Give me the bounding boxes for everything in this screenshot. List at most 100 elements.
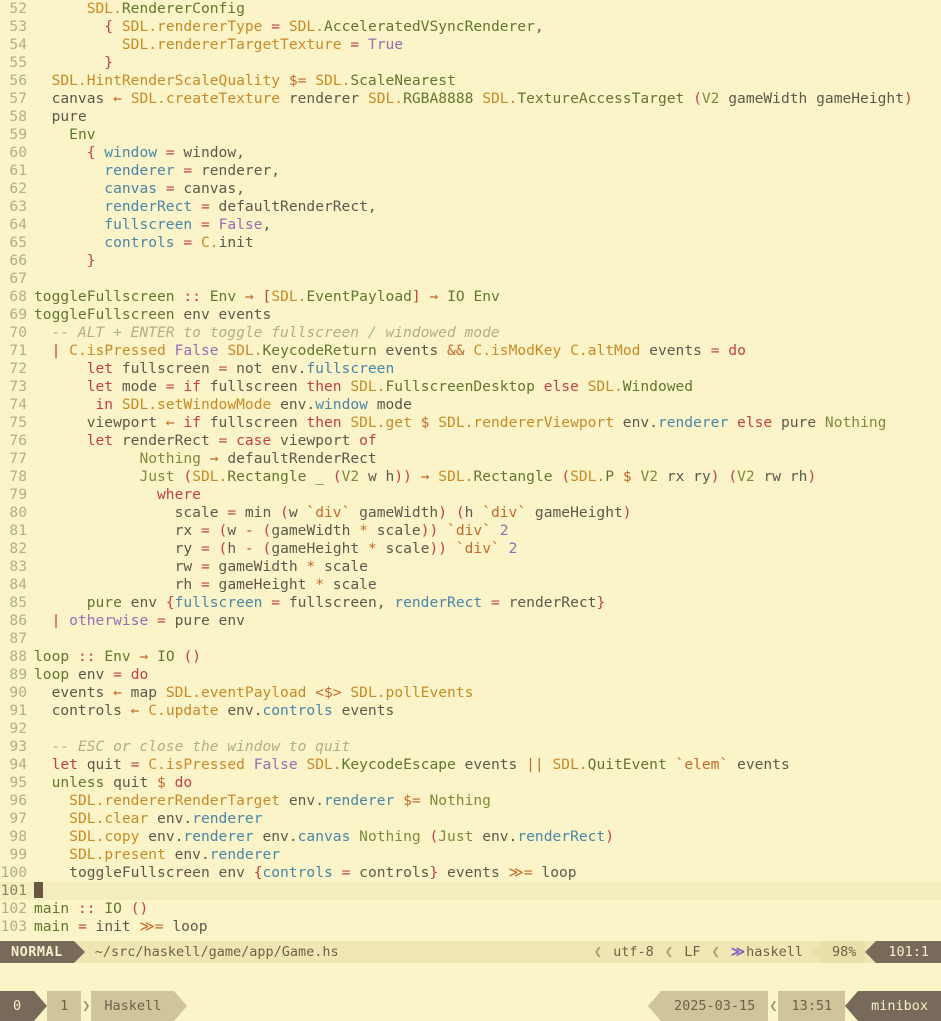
code-line[interactable]: 86 | otherwise = pure env [0, 612, 941, 630]
code-text[interactable]: | otherwise = pure env [34, 612, 941, 630]
code-text[interactable]: { SDL.rendererType = SDL.AcceleratedVSyn… [34, 18, 941, 36]
code-text[interactable]: rw = gameWidth * scale [34, 558, 941, 576]
code-text[interactable]: let renderRect = case viewport of [34, 432, 941, 450]
code-line[interactable]: 91 controls ← C.update env.controls even… [0, 702, 941, 720]
time-indicator[interactable]: 13:51 [778, 991, 846, 1021]
code-line[interactable]: 84 rh = gameHeight * scale [0, 576, 941, 594]
code-line[interactable]: 75 viewport ← if fullscreen then SDL.get… [0, 414, 941, 432]
code-line[interactable]: 80 scale = min (w `div` gameWidth) (h `d… [0, 504, 941, 522]
code-text[interactable]: main :: IO () [34, 900, 941, 918]
code-text[interactable]: Env [34, 126, 941, 144]
code-text[interactable]: ry = (h - (gameHeight * scale)) `div` 2 [34, 540, 941, 558]
code-text[interactable]: pure env {fullscreen = fullscreen, rende… [34, 594, 941, 612]
code-text[interactable]: main = init ≫= loop [34, 918, 941, 936]
code-text[interactable]: canvas ← SDL.createTexture renderer SDL.… [34, 90, 941, 108]
code-line[interactable]: 55 } [0, 54, 941, 72]
cursor-position[interactable]: 101:1 [876, 941, 941, 963]
code-line[interactable]: 59 Env [0, 126, 941, 144]
code-line[interactable]: 78 Just (SDL.Rectangle _ (V2 w h)) → SDL… [0, 468, 941, 486]
code-line[interactable]: 60 { window = window, [0, 144, 941, 162]
code-line[interactable]: 74 in SDL.setWindowMode env.window mode [0, 396, 941, 414]
code-line[interactable]: 63 renderRect = defaultRenderRect, [0, 198, 941, 216]
code-text[interactable]: renderRect = defaultRenderRect, [34, 198, 941, 216]
code-text[interactable] [34, 270, 941, 288]
code-buffer[interactable]: 52 SDL.RendererConfig 53 { SDL.rendererTy… [0, 0, 941, 941]
tab-number[interactable]: 1 [47, 991, 82, 1021]
code-text[interactable]: pure [34, 108, 941, 126]
code-text[interactable]: SDL.copy env.renderer env.canvas Nothing… [34, 828, 941, 846]
code-text[interactable]: let mode = if fullscreen then SDL.Fullsc… [34, 378, 941, 396]
mode-indicator[interactable]: NORMAL [0, 941, 74, 963]
code-text[interactable]: viewport ← if fullscreen then SDL.get $ … [34, 414, 941, 432]
code-text[interactable]: scale = min (w `div` gameWidth) (h `div`… [34, 504, 941, 522]
code-text[interactable]: } [34, 252, 941, 270]
code-text[interactable]: SDL.rendererTargetTexture = True [34, 36, 941, 54]
code-line[interactable]: 83 rw = gameWidth * scale [0, 558, 941, 576]
code-text[interactable]: SDL.HintRenderScaleQuality $= SDL.ScaleN… [34, 72, 941, 90]
encoding-indicator[interactable]: utf-8 [604, 941, 663, 963]
code-line[interactable]: 97 SDL.clear env.renderer [0, 810, 941, 828]
code-text[interactable]: toggleFullscreen env events [34, 306, 941, 324]
code-line[interactable]: 98 SDL.copy env.renderer env.canvas Noth… [0, 828, 941, 846]
code-text[interactable]: Just (SDL.Rectangle _ (V2 w h)) → SDL.Re… [34, 468, 941, 486]
code-line[interactable]: 67 [0, 270, 941, 288]
code-line[interactable]: 99 SDL.present env.renderer [0, 846, 941, 864]
date-indicator[interactable]: 2025-03-15 [661, 991, 769, 1021]
code-text[interactable]: events ← map SDL.eventPayload <$> SDL.po… [34, 684, 941, 702]
code-text[interactable]: in SDL.setWindowMode env.window mode [34, 396, 941, 414]
code-line[interactable]: 103 main = init ≫= loop [0, 918, 941, 936]
code-text[interactable]: -- ALT + ENTER to toggle fullscreen / wi… [34, 324, 941, 342]
code-line[interactable]: 70 -- ALT + ENTER to toggle fullscreen /… [0, 324, 941, 342]
buffer-number[interactable]: 0 [0, 991, 35, 1021]
code-text[interactable]: toggleFullscreen env {controls = control… [34, 864, 941, 882]
code-text[interactable]: toggleFullscreen :: Env → [SDL.EventPayl… [34, 288, 941, 306]
code-line[interactable]: 85 pure env {fullscreen = fullscreen, re… [0, 594, 941, 612]
code-line[interactable]: 65 controls = C.init [0, 234, 941, 252]
code-text[interactable]: SDL.rendererRenderTarget env.renderer $=… [34, 792, 941, 810]
code-text[interactable]: SDL.clear env.renderer [34, 810, 941, 828]
code-line[interactable]: 79 where [0, 486, 941, 504]
code-text[interactable]: } [34, 54, 941, 72]
code-line[interactable]: 54 SDL.rendererTargetTexture = True [0, 36, 941, 54]
code-line[interactable]: 96 SDL.rendererRenderTarget env.renderer… [0, 792, 941, 810]
code-line[interactable]: 62 canvas = canvas, [0, 180, 941, 198]
code-text[interactable]: loop env = do [34, 666, 941, 684]
file-path[interactable]: ~/src/haskell/game/app/Game.hs [85, 941, 349, 963]
code-text[interactable]: rh = gameHeight * scale [34, 576, 941, 594]
code-text[interactable]: Nothing → defaultRenderRect [34, 450, 941, 468]
scroll-percent[interactable]: 98% [822, 941, 866, 963]
code-line[interactable]: 57 canvas ← SDL.createTexture renderer S… [0, 90, 941, 108]
code-text[interactable]: -- ESC or close the window to quit [34, 738, 941, 756]
code-line[interactable]: 53 { SDL.rendererType = SDL.AcceleratedV… [0, 18, 941, 36]
code-line[interactable]: 100 toggleFullscreen env {controls = con… [0, 864, 941, 882]
code-line[interactable]: 73 let mode = if fullscreen then SDL.Ful… [0, 378, 941, 396]
code-line[interactable]: 77 Nothing → defaultRenderRect [0, 450, 941, 468]
code-text[interactable]: where [34, 486, 941, 504]
code-text[interactable]: { window = window, [34, 144, 941, 162]
code-line[interactable]: 101 [0, 882, 941, 900]
code-line[interactable]: 94 let quit = C.isPressed False SDL.Keyc… [0, 756, 941, 774]
code-line[interactable]: 87 [0, 630, 941, 648]
code-line[interactable]: 88 loop :: Env → IO () [0, 648, 941, 666]
code-line[interactable]: 69 toggleFullscreen env events [0, 306, 941, 324]
code-text[interactable]: | C.isPressed False SDL.KeycodeReturn ev… [34, 342, 941, 360]
code-line[interactable]: 68 toggleFullscreen :: Env → [SDL.EventPa… [0, 288, 941, 306]
code-text[interactable]: unless quit $ do [34, 774, 941, 792]
code-text[interactable]: SDL.RendererConfig [34, 0, 941, 18]
code-line[interactable]: 52 SDL.RendererConfig [0, 0, 941, 18]
code-text[interactable]: let fullscreen = not env.fullscreen [34, 360, 941, 378]
filetype-indicator[interactable]: ≫ haskell [722, 941, 812, 963]
code-text[interactable]: controls = C.init [34, 234, 941, 252]
code-line[interactable]: 76 let renderRect = case viewport of [0, 432, 941, 450]
code-line[interactable]: 93 -- ESC or close the window to quit [0, 738, 941, 756]
code-line[interactable]: 64 fullscreen = False, [0, 216, 941, 234]
code-text[interactable]: rx = (w - (gameWidth * scale)) `div` 2 [34, 522, 941, 540]
code-text[interactable] [34, 882, 941, 900]
code-text[interactable] [34, 630, 941, 648]
code-text[interactable]: controls ← C.update env.controls events [34, 702, 941, 720]
code-line[interactable]: 58 pure [0, 108, 941, 126]
code-text[interactable]: canvas = canvas, [34, 180, 941, 198]
session-name[interactable]: minibox [858, 991, 941, 1021]
code-line[interactable]: 81 rx = (w - (gameWidth * scale)) `div` … [0, 522, 941, 540]
code-line[interactable]: 89 loop env = do [0, 666, 941, 684]
